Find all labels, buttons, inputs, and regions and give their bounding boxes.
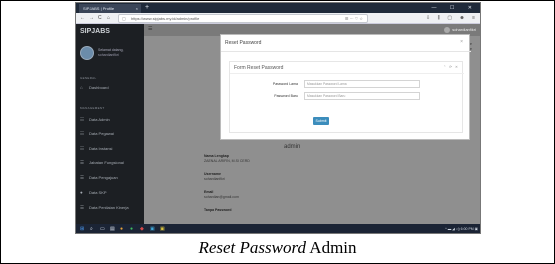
list-icon: ☰ <box>80 160 85 165</box>
home-icon[interactable]: ⌂ <box>107 14 110 23</box>
reload-icon[interactable]: C <box>98 14 102 23</box>
old-password-input[interactable]: Masukkan Password Lama <box>304 80 420 88</box>
profile-value: sohardian@gmail.com <box>204 195 239 199</box>
app-area: SIPJABS Selamat datang, sohardianfikri G… <box>76 24 480 224</box>
tab-close-icon[interactable]: × <box>136 4 138 13</box>
url-actions[interactable]: ☰ ··· ♡ ☆ <box>345 15 363 22</box>
forward-icon[interactable]: → <box>89 14 94 23</box>
caption-italic: Reset Password <box>198 238 306 257</box>
profile-label: Username <box>204 172 221 176</box>
task-view-icon[interactable]: ▭ <box>100 226 105 233</box>
chrome-icon[interactable]: ● <box>130 226 133 233</box>
firefox-icon[interactable]: ● <box>120 226 123 233</box>
sidebar: SIPJABS Selamat datang, sohardianfikri G… <box>76 24 144 224</box>
sidebar-item-label: Data Pengajuan <box>89 175 118 180</box>
system-tray[interactable]: ^ ▬ ◢ ◁) 6:00 PM ▣ <box>445 224 478 233</box>
new-password-label: Password Baru <box>274 94 298 98</box>
sidebar-item-label: Data Instansi <box>89 146 113 151</box>
sidebar-item-label: Data Penilaian Kinerja <box>89 205 129 210</box>
sidebar-item-label: Data Pegawai <box>89 131 114 136</box>
brand-logo[interactable]: SIPJABS <box>80 28 110 35</box>
account-menu[interactable]: sohardianfikri <box>444 27 476 33</box>
back-icon[interactable]: ← <box>80 14 85 23</box>
building-icon: ☷ <box>80 146 85 151</box>
tab-title: SIPJABS | Profile <box>83 6 115 11</box>
search-icon[interactable]: ⌕ <box>90 226 93 233</box>
profile-label: Tanpa Password <box>204 208 232 212</box>
reset-password-modal: Reset Password × Form Reset Password ⌃ ⟳… <box>220 34 471 140</box>
profile-label: Email <box>204 190 214 194</box>
figure-caption: Reset Password Admin <box>0 238 555 258</box>
sidebar-item-data-pegawai[interactable]: ☷ Data Pegawai <box>80 130 142 138</box>
submit-button[interactable]: Submit <box>313 117 329 125</box>
modal-title: Reset Password <box>225 40 262 46</box>
sidebar-item-label: Jabatan Fungsional <box>89 160 124 165</box>
browser-tabbar: SIPJABS | Profile × + — ☐ ✕ <box>76 3 480 13</box>
users-icon: ☷ <box>80 117 85 122</box>
profile-value: ZAENAL ARIFIN, M.SI CERD <box>204 159 250 163</box>
profile-label: Nama Lengkap <box>204 154 229 158</box>
sidebar-item-data-instansi[interactable]: ☷ Data Instansi <box>80 145 142 153</box>
sidebar-item-label: Dashboard <box>89 85 109 90</box>
home-icon: ⌂ <box>80 85 83 90</box>
menu-toggle-icon[interactable]: ☰ <box>148 26 152 32</box>
welcome-text: Selamat datang, <box>98 48 124 52</box>
toolbar-extensions[interactable]: ⇩ ⫼ ▢ ☻ ≡ <box>426 14 478 23</box>
browser-toolbar: ← → C ⌂ ▢ https://www.sipjabs.my.id/admi… <box>76 13 480 24</box>
start-icon[interactable]: ⊞ <box>80 226 84 233</box>
profile-title: admin <box>284 144 301 150</box>
screenshot: SIPJABS | Profile × + — ☐ ✕ ← → C ⌂ ▢ ht… <box>75 2 481 234</box>
chart-icon: ☰ <box>80 205 85 210</box>
address-bar[interactable]: ▢ https://www.sipjabs.my.id/admin/profil… <box>118 14 368 23</box>
sidebar-item-data-skp[interactable]: ● Data SKP <box>80 189 142 197</box>
modal-header: Reset Password × <box>221 35 471 52</box>
sidebar-item-penilaian-kinerja[interactable]: ☰ Data Penilaian Kinerja <box>80 204 142 212</box>
panel-header: Form Reset Password ⌃ ⟳ ✕ <box>230 62 464 74</box>
url-text: https://www.sipjabs.my.id/admin/profile <box>131 16 200 21</box>
browser-tab[interactable]: SIPJABS | Profile × <box>79 4 141 13</box>
sidebar-username: sohardianfikri <box>98 53 119 57</box>
os-taskbar: ⊞ ⌕ ▭ ▤ ● ● ◆ ▣ ▣ ^ ▬ ◢ ◁) 6:00 PM ▣ <box>76 224 480 233</box>
reset-form-panel: Form Reset Password ⌃ ⟳ ✕ Password Lama … <box>229 61 464 133</box>
sidebar-item-label: Data SKP <box>89 190 107 195</box>
avatar <box>80 46 94 60</box>
sidebar-item-dashboard[interactable]: ⌂ Dashboard <box>80 84 142 92</box>
file-explorer-icon[interactable]: ▤ <box>110 226 115 233</box>
profile-value: sohardianfikri <box>204 177 225 181</box>
old-password-label: Password Lama <box>272 82 298 86</box>
app-icon[interactable]: ▣ <box>160 226 165 233</box>
sidebar-item-jabatan-fungsional[interactable]: ☰ Jabatan Fungsional <box>80 159 142 167</box>
close-icon[interactable]: × <box>460 39 463 45</box>
account-name: sohardianfikri <box>452 27 476 33</box>
avatar <box>444 27 451 33</box>
app-icon[interactable]: ▣ <box>150 226 155 233</box>
section-general: GENERAL <box>80 76 97 80</box>
section-management: MANAGEMENT <box>80 106 105 110</box>
clipboard-icon: ● <box>80 190 83 195</box>
sidebar-item-label: Data Admin <box>89 117 110 122</box>
lock-icon: ▢ <box>122 16 126 21</box>
panel-tools[interactable]: ⌃ ⟳ ✕ <box>443 65 459 69</box>
user-icon: ☷ <box>80 131 85 136</box>
sidebar-item-data-admin[interactable]: ☷ Data Admin <box>80 116 142 124</box>
new-tab-button[interactable]: + <box>145 3 149 13</box>
window-controls[interactable]: — ☐ ✕ <box>432 3 478 13</box>
caption-rest: Admin <box>305 238 357 257</box>
sidebar-item-data-pengajuan[interactable]: ☰ Data Pengajuan <box>80 174 142 182</box>
app-icon[interactable]: ◆ <box>140 226 144 233</box>
new-password-input[interactable]: Masukkan Password Baru <box>304 92 420 100</box>
panel-title: Form Reset Password <box>234 65 284 71</box>
file-icon: ☰ <box>80 175 85 180</box>
sidebar-user: Selamat datang, sohardianfikri <box>80 46 144 64</box>
